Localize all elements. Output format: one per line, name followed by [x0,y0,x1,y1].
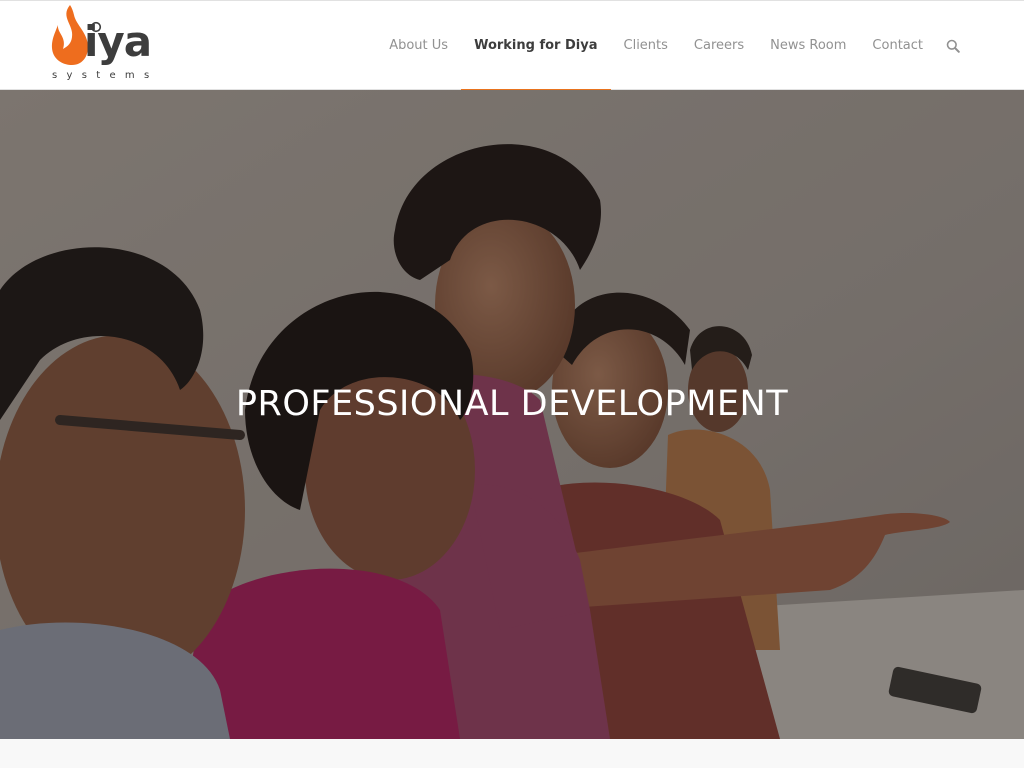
logo-tagline: systems [52,70,159,81]
nav-item-news-room[interactable]: News Room [757,1,859,90]
hero-title: PROFESSIONAL DEVELOPMENT [235,384,789,424]
nav-item-clients[interactable]: Clients [611,1,681,90]
search-icon[interactable] [940,1,966,90]
nav-item-careers[interactable]: Careers [681,1,757,90]
main-nav: About Us Working for Diya Clients Careers Ne… [376,1,936,91]
nav-item-working-for-diya[interactable]: Working for Diya [461,1,611,91]
content-area-start [0,739,1024,768]
site-header: iya systems About Us Working for Diya Clie… [0,0,1024,91]
nav-item-contact[interactable]: Contact [859,1,936,90]
nav-item-about-us[interactable]: About Us [376,1,461,90]
diya-systems-logo[interactable]: iya systems [50,3,175,85]
hero-banner: PROFESSIONAL DEVELOPMENT [0,90,1024,739]
logo-wordmark: iya [84,17,152,66]
